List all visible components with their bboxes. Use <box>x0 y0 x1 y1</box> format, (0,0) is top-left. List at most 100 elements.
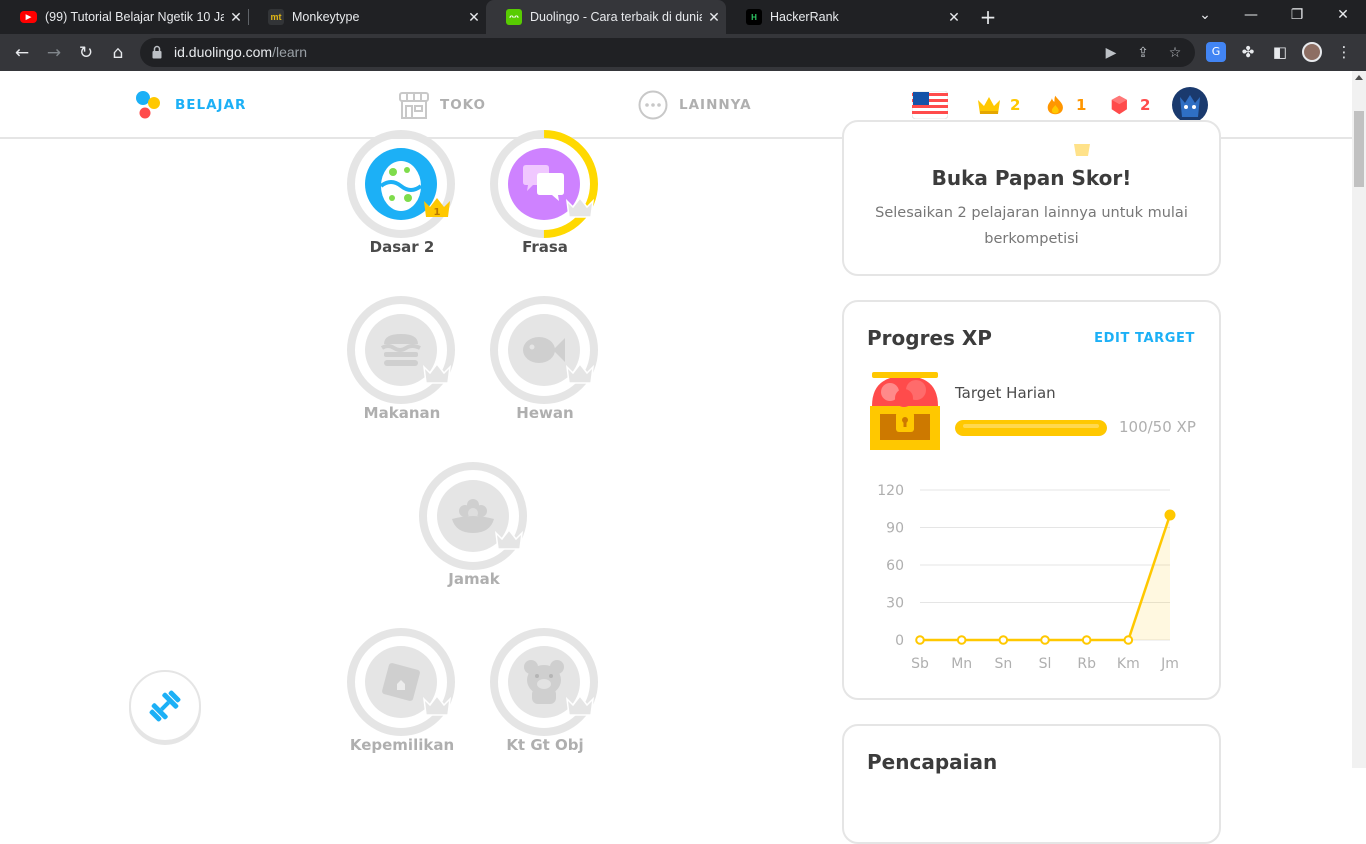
lock-icon <box>152 45 162 59</box>
trophy-icon <box>1074 144 1090 156</box>
bookmark-star-icon[interactable]: ☆ <box>1164 42 1186 64</box>
profile-avatar[interactable] <box>1302 42 1322 62</box>
close-tab-icon[interactable]: ✕ <box>224 9 248 26</box>
reload-button[interactable]: ↻ <box>72 39 100 67</box>
tab-youtube[interactable]: ▶ (99) Tutorial Belajar Ngetik 10 Jari ✕ <box>0 0 248 34</box>
skill-kepemilikan[interactable]: Kepemilikan <box>347 628 457 758</box>
browser-tab-bar: ▶ (99) Tutorial Belajar Ngetik 10 Jari ✕… <box>0 0 1366 34</box>
chart-y-tick-label: 0 <box>895 633 904 649</box>
egg-icon <box>379 161 423 211</box>
dumbbell-icon <box>149 690 181 722</box>
chart-x-tick-label: Sl <box>1039 656 1052 672</box>
fish-icon <box>523 337 565 363</box>
skill-makanan[interactable]: Makanan <box>347 296 457 426</box>
user-avatar[interactable] <box>1172 87 1208 123</box>
chart-y-tick-label: 90 <box>886 521 904 537</box>
tab-monkeytype[interactable]: mt Monkeytype ✕ <box>248 0 486 34</box>
chart-point <box>956 635 967 645</box>
camera-icon[interactable]: ▶ <box>1100 42 1122 64</box>
translate-extension-icon[interactable]: G <box>1206 42 1226 62</box>
crown-empty-icon <box>565 196 595 218</box>
treasure-chest-icon <box>870 372 940 450</box>
skill-label: Kt Gt Obj <box>506 736 584 754</box>
nav-learn[interactable]: BELAJAR <box>133 89 246 121</box>
achievements-title: Pencapaian <box>867 750 998 774</box>
xp-progress-bar <box>955 420 1107 436</box>
page-scrollbar[interactable] <box>1352 71 1366 768</box>
tab-duolingo[interactable]: ᴖᴖ Duolingo - Cara terbaik di dunia ✕ <box>486 0 726 34</box>
streak-stat[interactable]: 1 <box>1046 93 1086 117</box>
chart-x-tick-label: Sb <box>911 656 929 672</box>
learn-icon <box>136 91 160 119</box>
leaderboard-card: Buka Papan Skor! Selesaikan 2 pelajaran … <box>842 120 1221 276</box>
skill-frasa[interactable]: Frasa <box>467 107 621 261</box>
bear-icon <box>524 660 564 704</box>
crown-empty-icon <box>422 362 452 384</box>
extensions-puzzle-icon[interactable]: ✤ <box>1238 42 1258 62</box>
tab-title: Duolingo - Cara terbaik di dunia <box>530 10 702 24</box>
back-button[interactable]: ← <box>8 39 36 67</box>
crown-level-badge: 1 <box>424 198 450 218</box>
crowns-count: 2 <box>1010 96 1021 114</box>
header-spacer <box>830 141 1230 143</box>
xp-progress-card: Progres XP EDIT TARGET Target Harian 100… <box>842 300 1221 700</box>
home-button[interactable]: ⌂ <box>104 39 132 67</box>
youtube-icon: ▶ <box>20 11 37 23</box>
url-domain: id.duolingo.com <box>174 44 273 60</box>
nav-label: TOKO <box>440 97 487 113</box>
close-tab-icon[interactable]: ✕ <box>702 9 726 26</box>
skill-jamak[interactable]: Jamak <box>419 462 529 592</box>
more-dots-icon <box>638 90 668 120</box>
skill-kt-gt-obj[interactable]: Kt Gt Obj <box>490 628 600 758</box>
close-tab-icon[interactable]: ✕ <box>462 9 486 26</box>
minimize-button[interactable]: — <box>1228 0 1274 34</box>
tab-hackerrank[interactable]: H HackerRank ✕ <box>726 0 966 34</box>
tab-search-button[interactable]: ⌄ <box>1182 0 1228 34</box>
practice-button[interactable] <box>129 670 201 742</box>
crown-empty-icon <box>565 362 595 384</box>
scroll-up-arrow[interactable] <box>1355 75 1363 80</box>
chart-y-tick-label: 60 <box>886 558 904 574</box>
nav-shop[interactable]: TOKO <box>398 89 486 121</box>
address-bar[interactable]: id.duolingo.com/learn ▶ ⇪ ☆ <box>140 38 1195 67</box>
skill-label: Jamak <box>448 570 500 588</box>
scroll-thumb[interactable] <box>1354 111 1364 187</box>
chart-series-line <box>920 514 1172 642</box>
achievements-card: Pencapaian <box>842 724 1221 844</box>
forward-button[interactable]: → <box>40 39 68 67</box>
leaderboard-title: Buka Papan Skor! <box>931 166 1132 190</box>
chart-x-tick-label: Mn <box>951 656 972 672</box>
share-icon[interactable]: ⇪ <box>1132 42 1154 64</box>
crown-empty-icon <box>422 694 452 716</box>
xp-progress-fill <box>955 420 1107 436</box>
duolingo-icon: ᴖᴖ <box>506 9 522 25</box>
close-tab-icon[interactable]: ✕ <box>942 9 966 26</box>
tab-title: (99) Tutorial Belajar Ngetik 10 Jari <box>45 10 224 24</box>
nav-more[interactable]: LAINNYA <box>637 89 752 121</box>
edit-target-button[interactable]: EDIT TARGET <box>1094 331 1195 346</box>
browser-menu-icon[interactable]: ⋮ <box>1334 42 1354 62</box>
nav-label: BELAJAR <box>175 97 247 113</box>
side-panel-icon[interactable]: ◧ <box>1270 42 1290 62</box>
crowns-stat[interactable]: 2 <box>976 93 1020 117</box>
gems-count: 2 <box>1140 96 1151 114</box>
crown-icon <box>978 97 1000 114</box>
chart-y-tick-label: 30 <box>886 596 904 612</box>
crown-empty-icon <box>565 694 595 716</box>
new-tab-button[interactable]: + <box>977 4 999 30</box>
chart-x-tick-label: Jm <box>1160 656 1179 672</box>
skill-hewan[interactable]: Hewan <box>490 296 600 426</box>
gems-stat[interactable]: 2 <box>1110 93 1150 117</box>
url-text: id.duolingo.com/learn <box>174 44 307 60</box>
restore-button[interactable]: ❐ <box>1274 0 1320 34</box>
us-flag-icon[interactable] <box>912 91 948 119</box>
crown-level-text: 1 <box>434 207 441 218</box>
skill-dasar-2[interactable]: 1 Dasar 2 <box>347 130 457 260</box>
speech-bubbles-icon <box>523 165 564 201</box>
streak-count: 1 <box>1076 96 1087 114</box>
gem-icon <box>1111 95 1127 115</box>
xp-card-title: Progres XP <box>867 326 992 350</box>
hackerrank-icon: H <box>746 9 762 25</box>
close-window-button[interactable]: ✕ <box>1320 0 1366 34</box>
tab-title: Monkeytype <box>292 10 360 24</box>
